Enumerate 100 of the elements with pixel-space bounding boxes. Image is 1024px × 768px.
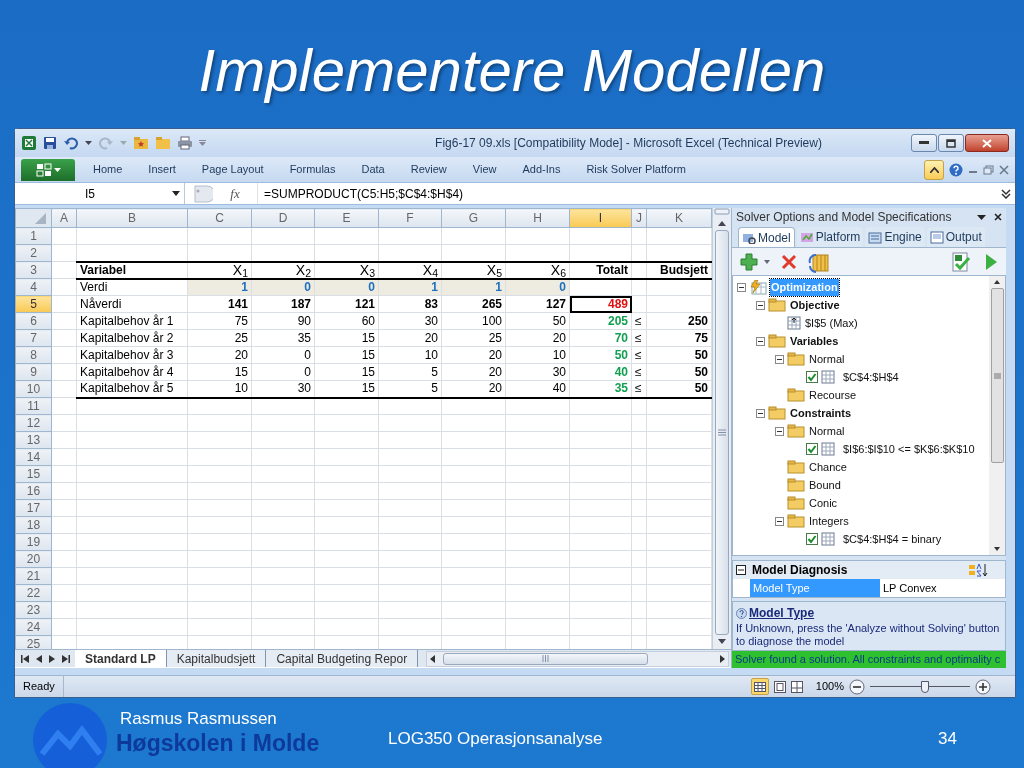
table-cell[interactable]: 5 (378, 380, 442, 398)
table-cell[interactable]: 15 (314, 346, 379, 364)
column-heading[interactable]: X$_{1}$ (187, 261, 252, 279)
column-heading[interactable]: X$_{5}$ (441, 261, 506, 279)
collapse-icon[interactable] (756, 336, 765, 346)
tree-item[interactable]: Normal (808, 351, 846, 368)
ribbon-tab[interactable]: Formulas (283, 161, 342, 178)
table-cell[interactable]: 127 (505, 295, 570, 313)
file-button[interactable] (21, 158, 75, 181)
panel-tab[interactable]: Engine (865, 227, 925, 248)
collapse-ribbon-button[interactable] (924, 159, 944, 180)
table-cell[interactable]: ≤ (631, 363, 647, 381)
table-cell[interactable]: 489 (569, 295, 632, 313)
table-cell[interactable]: ≤ (631, 329, 647, 347)
maximize-button[interactable] (938, 134, 964, 152)
insert-function-button[interactable]: fx (213, 183, 257, 204)
table-cell[interactable]: 5 (378, 363, 442, 381)
table-cell[interactable]: 30 (378, 312, 442, 330)
column-header[interactable]: H (505, 208, 570, 228)
table-cell[interactable]: 15 (187, 363, 252, 381)
tree-item[interactable]: Constraints (789, 405, 853, 422)
tree-item[interactable]: $C$4:$H$4 = binary (842, 531, 943, 548)
ribbon-tab[interactable]: Review (404, 161, 453, 178)
column-header[interactable]: E (314, 208, 379, 228)
column-header[interactable]: B (76, 208, 188, 228)
collapse-icon[interactable] (775, 354, 784, 364)
table-cell[interactable]: Kapitalbehov år 2 (76, 329, 188, 347)
undo-icon[interactable] (63, 136, 79, 150)
column-header[interactable]: I (569, 208, 632, 228)
page-layout-icon[interactable] (773, 680, 786, 693)
table-cell[interactable]: 187 (251, 295, 315, 313)
table-cell[interactable]: ≤ (631, 312, 647, 330)
zoom-out-icon[interactable] (849, 678, 865, 695)
panel-tab[interactable]: Platform (796, 227, 864, 248)
delete-icon[interactable] (780, 252, 798, 271)
table-cell[interactable]: Nåverdi (76, 295, 188, 313)
table-cell[interactable]: 10 (505, 346, 570, 364)
tree-item[interactable]: Bound (808, 477, 842, 494)
ribbon-tab[interactable]: Add-Ins (516, 161, 567, 178)
tree-item[interactable]: Recourse (808, 387, 858, 404)
checkbox[interactable] (806, 443, 818, 456)
column-header[interactable]: A (51, 208, 77, 228)
table-cell[interactable]: 10 (187, 380, 252, 398)
table-cell[interactable]: ≤ (631, 380, 647, 398)
table-cell[interactable]: 75 (646, 329, 712, 347)
tree-item[interactable]: Objective (789, 297, 841, 314)
column-heading[interactable]: X$_{4}$ (378, 261, 442, 279)
table-cell[interactable]: 30 (505, 363, 570, 381)
column-header[interactable]: C (187, 208, 252, 228)
panel-tab[interactable]: Output (926, 227, 985, 248)
zoom-in-icon[interactable] (975, 678, 991, 695)
normal-view-button[interactable] (750, 678, 769, 695)
help-icon[interactable] (949, 162, 963, 177)
table-cell[interactable]: 10 (378, 346, 442, 364)
caret-icon[interactable] (85, 141, 92, 145)
last-sheet-icon[interactable] (61, 654, 70, 663)
collapse-icon[interactable] (756, 300, 765, 310)
column-heading[interactable]: X$_{3}$ (314, 261, 379, 279)
excel-icon[interactable] (21, 135, 37, 151)
table-cell[interactable]: 83 (378, 295, 442, 313)
dropdown-caret-icon[interactable] (172, 191, 180, 196)
table-cell[interactable]: 15 (314, 363, 379, 381)
table-cell[interactable]: 20 (441, 346, 506, 364)
expand-formula-icon[interactable] (1000, 188, 1012, 199)
formula-field[interactable]: =SUMPRODUCT(C5:H5;$C$4:$H$4) (257, 183, 997, 204)
horizontal-scrollbar[interactable] (426, 650, 729, 667)
table-cell[interactable]: Kapitalbehov år 1 (76, 312, 188, 330)
tree-item[interactable]: $I$6:$I$10 <= $K$6:$K$10 (842, 441, 976, 458)
table-cell[interactable]: 30 (251, 380, 315, 398)
tree-item[interactable]: $I$5 (Max) (804, 315, 859, 332)
new-folder-icon[interactable] (133, 136, 149, 150)
table-cell[interactable]: Kapitalbehov år 4 (76, 363, 188, 381)
table-cell[interactable]: 25 (187, 329, 252, 347)
table-cell[interactable]: 25 (441, 329, 506, 347)
save-icon[interactable] (43, 136, 57, 150)
table-cell[interactable]: Variabel (76, 261, 188, 279)
table-cell[interactable]: 20 (441, 380, 506, 398)
ribbon-tab[interactable]: View (466, 161, 503, 178)
checkbox[interactable] (806, 371, 818, 384)
table-cell[interactable]: 265 (441, 295, 506, 313)
minimize-button[interactable] (911, 134, 937, 152)
table-cell[interactable]: 0 (251, 346, 315, 364)
ribbon-tab[interactable]: Insert (142, 161, 182, 178)
dropdown-caret-icon[interactable] (977, 214, 986, 220)
tree-item[interactable]: Chance (808, 459, 848, 476)
ribbon-tab[interactable]: Risk Solver Platform (580, 161, 693, 178)
table-cell[interactable]: 20 (378, 329, 442, 347)
column-header[interactable]: K (646, 208, 712, 228)
table-cell[interactable]: 90 (251, 312, 315, 330)
table-cell[interactable]: 100 (441, 312, 506, 330)
column-header[interactable]: G (441, 208, 506, 228)
column-header[interactable]: D (251, 208, 315, 228)
ribbon-tab[interactable]: Page Layout (195, 161, 270, 178)
sheet-tab[interactable]: Kapitalbudsjett (166, 650, 267, 667)
scroll-thumb[interactable] (715, 230, 729, 635)
table-cell[interactable]: 40 (505, 380, 570, 398)
collapse-icon[interactable] (737, 282, 746, 292)
close-icon[interactable] (994, 213, 1002, 222)
sheet-tab[interactable]: Capital Budgeting Repor (266, 650, 419, 667)
caret-icon[interactable] (764, 259, 770, 264)
